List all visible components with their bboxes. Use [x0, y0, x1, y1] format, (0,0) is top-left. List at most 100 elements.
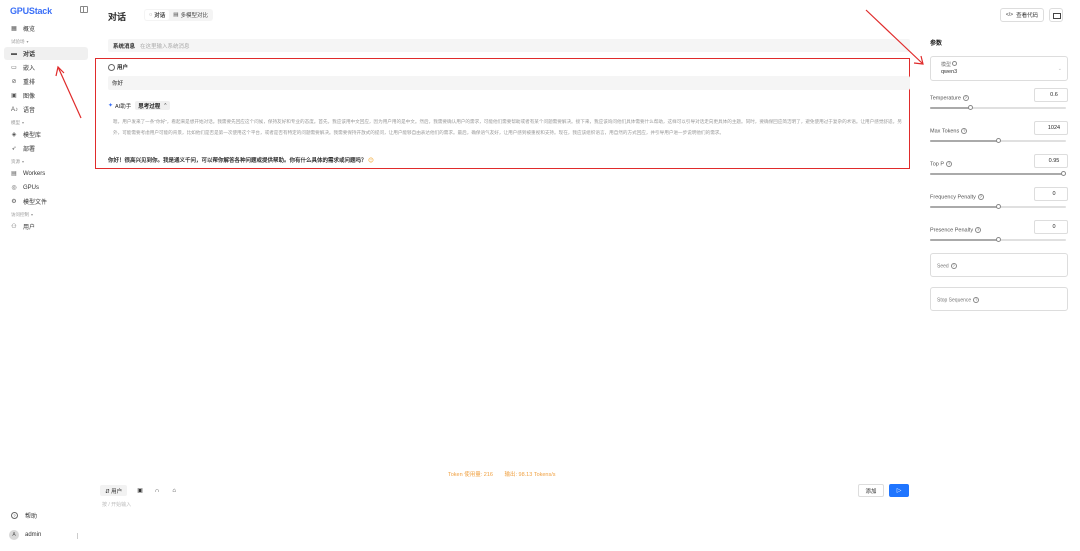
param-max-tokens: Max Tokens? 1024	[930, 121, 1068, 145]
sidebar-item-label: 嵌入	[23, 66, 36, 72]
assistant-answer[interactable]: 你好！很高兴见到你。我是通义千问，可以帮你解答各种问题或提供帮助。你有什么具体的…	[108, 156, 374, 164]
sidebar-item-rocket[interactable]: ➶ 部署	[4, 142, 88, 155]
slider-handle[interactable]	[968, 105, 974, 110]
nav-group-label[interactable]: 试验场 ▾	[4, 36, 88, 47]
help-circle-icon: ?	[977, 194, 984, 200]
user-message[interactable]: 你好	[108, 76, 910, 90]
clear-icon[interactable]: ⌂	[170, 487, 178, 495]
slider-track[interactable]	[930, 204, 1066, 209]
param-presence-penalty: Presence Penalty? 0	[930, 220, 1068, 244]
model-label: 模型	[941, 61, 958, 68]
system-message-placeholder: 在这里输入系统消息	[140, 43, 190, 50]
chat-bubble-icon: ◌	[149, 12, 153, 18]
sidebar-item-users[interactable]: ⚇ 用户	[4, 220, 88, 233]
sidebar-item-cube[interactable]: ◈ 模型库	[4, 128, 88, 141]
assistant-role-text: AI助手	[115, 103, 132, 110]
help-circle-icon: ?	[962, 95, 969, 101]
compose-toolbar: ⇵ 用户 ▣ ∩ ⌂	[100, 485, 187, 496]
stop-sequence-input[interactable]: Stop Sequence?	[930, 287, 1068, 311]
role-switch-button[interactable]: ⇵ 用户	[100, 485, 128, 496]
help-circle-icon: ?	[946, 161, 953, 167]
nav-group-label[interactable]: 访问控制 ▾	[4, 209, 88, 220]
sidebar-item-file[interactable]: ⚙ 模型文件	[4, 195, 88, 208]
chevron-down-icon: ▾	[22, 120, 25, 125]
annotation-highlight-box	[95, 58, 910, 169]
param-number-input[interactable]: 0	[1034, 220, 1068, 234]
model-select[interactable]: 模型 qwen3 ⌄	[930, 56, 1068, 81]
sidebar-item-label: GPUs	[23, 184, 40, 191]
image-upload-icon[interactable]: ▣	[136, 487, 144, 495]
help-link[interactable]: ? 帮助	[11, 511, 37, 520]
help-circle-icon: ?	[950, 263, 957, 269]
tab-label: 多模型对比	[180, 13, 209, 19]
param-number-input[interactable]: 0	[1034, 187, 1068, 201]
sidebar-item-grid[interactable]: ▦ 概览	[4, 22, 88, 35]
slider-fill	[930, 107, 971, 109]
answer-text: 你好！很高兴见到你。我是通义千问，可以帮你解答各种问题或提供帮助。你有什么具体的…	[108, 158, 367, 164]
param-label: Temperature?	[930, 95, 969, 102]
thinking-toggle-button[interactable]: 思考过程 ⌃	[135, 101, 171, 110]
slider-track[interactable]	[930, 237, 1066, 242]
chat-icon: ▬	[11, 50, 17, 57]
chevron-down-icon: ▾	[22, 159, 25, 164]
file-icon: ⚙	[11, 198, 17, 205]
sidebar-item-label: 模型库	[23, 133, 42, 139]
param-frequency-penalty: Frequency Penalty? 0	[930, 187, 1068, 211]
sidebar-item-server[interactable]: ▤ Workers	[4, 167, 88, 180]
sidebar-item-label: 语音	[23, 108, 36, 114]
sidebar-item-voice[interactable]: A♪ 语音	[4, 103, 88, 116]
param-top-p: Top P? 0.95	[930, 154, 1068, 178]
slider-fill	[930, 206, 998, 208]
user-name: admin	[25, 532, 42, 538]
nav-group-label[interactable]: 模型 ▾	[4, 117, 88, 128]
slider-handle[interactable]	[1060, 171, 1066, 176]
mode-tabs: ◌ 对话 ▤ 多模型对比	[144, 9, 214, 21]
sidebar-item-rerank[interactable]: ⊘ 重排	[4, 75, 88, 88]
send-button[interactable]: ▷	[889, 484, 909, 497]
sidebar-item-image[interactable]: ▣ 图像	[4, 89, 88, 102]
slider-handle[interactable]	[995, 138, 1001, 143]
seed-input[interactable]: Seed?	[930, 253, 1068, 277]
slider-track[interactable]	[930, 171, 1066, 176]
headphones-icon[interactable]: ∩	[153, 487, 161, 495]
user-role-text: 用户	[117, 65, 129, 71]
sidebar: GPUStack ▦ 概览 试验场 ▾ ▬ 对话 ▭ 嵌入 ⊘ 重排 ▣ 图像 A♪ 语音 模型 ▾ ◈ 模型库 ➶…	[0, 0, 94, 551]
slider-fill	[930, 173, 1064, 175]
sidebar-collapse-icon[interactable]	[80, 6, 88, 13]
param-number-input[interactable]: 0.6	[1034, 88, 1068, 102]
slider-handle[interactable]	[995, 237, 1001, 242]
server-icon: ▤	[11, 170, 17, 177]
nav-group-label[interactable]: 资源 ▾	[4, 156, 88, 167]
assistant-role-label: ✦ AI助手 思考过程 ⌃	[108, 101, 171, 110]
sidebar-item-embed[interactable]: ▭ 嵌入	[4, 61, 88, 74]
user-menu[interactable]: A admin	[9, 530, 41, 540]
sidebar-item-label: Workers	[23, 170, 46, 177]
smile-emoji-icon: 😊	[368, 158, 374, 164]
rerank-icon: ⊘	[11, 78, 17, 85]
compare-icon: ▤	[173, 12, 179, 18]
user-role-label[interactable]: 用户	[108, 63, 128, 71]
image-icon: ▣	[11, 92, 17, 99]
tab-chat[interactable]: ◌ 对话	[145, 10, 170, 20]
sidebar-item-chat[interactable]: ▬ 对话	[4, 47, 88, 60]
slider-track[interactable]	[930, 105, 1066, 110]
add-button[interactable]: 添加	[858, 484, 884, 497]
tab-multi-model-compare[interactable]: ▤ 多模型对比	[169, 10, 212, 20]
sidebar-item-label: 部署	[23, 147, 36, 153]
seed-label: Seed?	[937, 263, 957, 270]
sparkle-icon: ✦	[108, 103, 114, 109]
sidebar-item-label: 对话	[23, 52, 36, 58]
sidebar-item-label: 图像	[23, 94, 36, 100]
system-message-input[interactable]: 系统消息 在这里输入系统消息	[108, 39, 910, 52]
output-speed: 输出: 98.13 Tokens/s	[504, 472, 556, 478]
param-number-input[interactable]: 0.95	[1034, 154, 1068, 168]
param-number-input[interactable]: 1024	[1034, 121, 1068, 135]
message-input[interactable]: 按 / 开始输入	[102, 501, 131, 508]
slider-track[interactable]	[930, 138, 1066, 143]
gpu-icon: ◎	[11, 184, 17, 191]
chevron-down-icon: ▾	[26, 39, 29, 44]
sidebar-item-label: 重排	[23, 80, 36, 86]
sidebar-item-gpu[interactable]: ◎ GPUs	[4, 181, 88, 194]
slider-handle[interactable]	[995, 204, 1001, 209]
help-label: 帮助	[25, 514, 38, 520]
